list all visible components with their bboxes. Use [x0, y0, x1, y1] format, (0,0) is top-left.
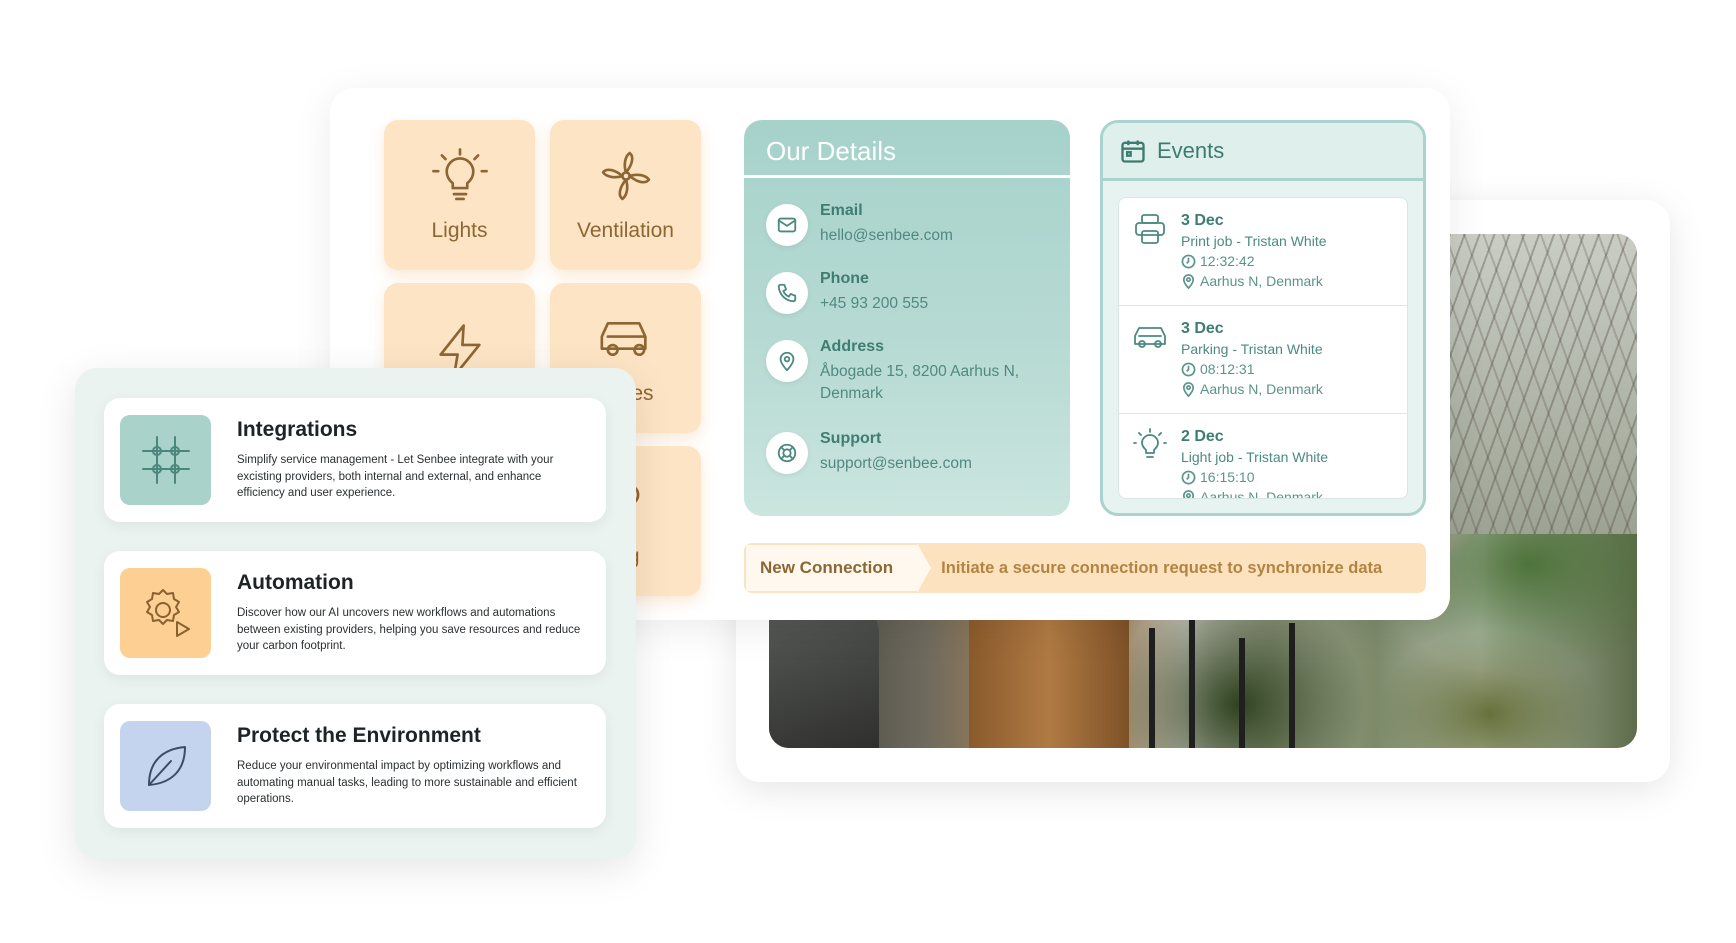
events-panel: Events 3 Dec Print job - Tristan White 1…: [1100, 120, 1426, 516]
event-date: 3 Dec: [1181, 212, 1224, 229]
event-date: 3 Dec: [1181, 320, 1224, 337]
tile-lights[interactable]: Lights: [384, 120, 535, 270]
feature-title: Protect the Environment: [237, 724, 481, 747]
car-icon: [1134, 327, 1166, 348]
event-location: Aarhus N, Denmark: [1200, 273, 1323, 289]
event-desc: Parking - Tristan White: [1181, 341, 1323, 357]
feature-desc: Reduce your environmental impact by opti…: [237, 760, 577, 805]
events-title: Events: [1157, 137, 1225, 163]
event-item[interactable]: 3 Dec Parking - Tristan White 08:12:31 A…: [1119, 306, 1407, 414]
leaf-icon: [147, 746, 186, 786]
address-value: Åbogade 15, 8200 Aarhus N, Denmark: [820, 363, 1020, 402]
printer-icon: [1135, 214, 1165, 244]
event-time: 16:15:10: [1200, 469, 1255, 485]
event-item[interactable]: 3 Dec Print job - Tristan White 12:32:42…: [1119, 198, 1407, 306]
clock-icon: [1181, 470, 1196, 484]
feature-automation: Automation Discover how our AI uncovers …: [104, 551, 606, 675]
tile-label: Ventilation: [577, 219, 674, 242]
photo-stool-leg: [1149, 628, 1155, 748]
feature-desc: Simplify service management - Let Senbee…: [237, 454, 554, 499]
photo-table: [969, 604, 1129, 748]
car-icon: [600, 321, 647, 357]
location-pin-icon: [1182, 273, 1195, 289]
connection-description: Initiate a secure connection request to …: [941, 558, 1383, 577]
event-date: 2 Dec: [1181, 428, 1224, 445]
event-location: Aarhus N, Denmark: [1200, 489, 1323, 499]
event-item[interactable]: 2 Dec Light job - Tristan White 16:15:10…: [1119, 414, 1407, 499]
detail-label: Phone: [820, 270, 869, 287]
mail-icon: [777, 217, 797, 233]
feature-desc: Discover how our AI uncovers new workflo…: [237, 607, 581, 652]
gear-play-icon: [145, 589, 190, 637]
our-details-panel: Our Details Email hello@senbee.com Phone…: [744, 120, 1070, 516]
fan-icon: [601, 151, 650, 201]
lifebuoy-icon: [777, 443, 797, 463]
clock-icon: [1181, 362, 1196, 376]
features-card: Integrations Simplify service management…: [75, 368, 636, 859]
clock-icon: [1181, 254, 1196, 268]
tile-label: Lights: [431, 219, 488, 242]
detail-email[interactable]: Email hello@senbee.com: [766, 202, 1040, 247]
lightbulb-icon: [431, 148, 488, 201]
feature-integrations: Integrations Simplify service management…: [104, 398, 606, 522]
new-connection-button[interactable]: New Connection: [744, 543, 932, 593]
grid-network-icon: [141, 436, 190, 484]
detail-label: Support: [820, 430, 882, 447]
event-time: 08:12:31: [1200, 361, 1255, 377]
detail-address: Address Åbogade 15, 8200 Aarhus N, Denma…: [766, 338, 1040, 405]
phone-link[interactable]: +45 93 200 555: [820, 293, 1040, 315]
feature-title: Automation: [237, 571, 354, 594]
photo-stool-leg: [1189, 618, 1195, 748]
feature-environment: Protect the Environment Reduce your envi…: [104, 704, 606, 828]
event-location: Aarhus N, Denmark: [1200, 381, 1323, 397]
phone-icon: [777, 283, 797, 303]
detail-label: Email: [820, 202, 863, 219]
events-list[interactable]: 3 Dec Print job - Tristan White 12:32:42…: [1118, 197, 1408, 499]
tile-ventilation[interactable]: Ventilation: [550, 120, 701, 270]
event-desc: Print job - Tristan White: [1181, 233, 1327, 249]
lightbulb-icon: [1133, 428, 1167, 458]
new-connection-bar[interactable]: New Connection Initiate a secure connect…: [744, 543, 1426, 593]
support-link[interactable]: support@senbee.com: [820, 453, 1040, 475]
calendar-icon: [1121, 140, 1145, 163]
event-time: 12:32:42: [1200, 253, 1255, 269]
location-pin-icon: [1182, 381, 1195, 397]
photo-stool-leg: [1289, 623, 1295, 748]
detail-support[interactable]: Support support@senbee.com: [766, 430, 1040, 475]
photo-branches: [1419, 234, 1637, 534]
location-pin-icon: [1182, 489, 1195, 498]
location-pin-icon: [779, 351, 795, 372]
photo-stool-leg: [1239, 638, 1245, 748]
email-link[interactable]: hello@senbee.com: [820, 225, 1040, 247]
details-title: Our Details: [744, 120, 1070, 178]
event-desc: Light job - Tristan White: [1181, 449, 1329, 465]
detail-phone[interactable]: Phone +45 93 200 555: [766, 270, 1040, 315]
feature-title: Integrations: [237, 418, 358, 441]
detail-label: Address: [820, 338, 885, 355]
